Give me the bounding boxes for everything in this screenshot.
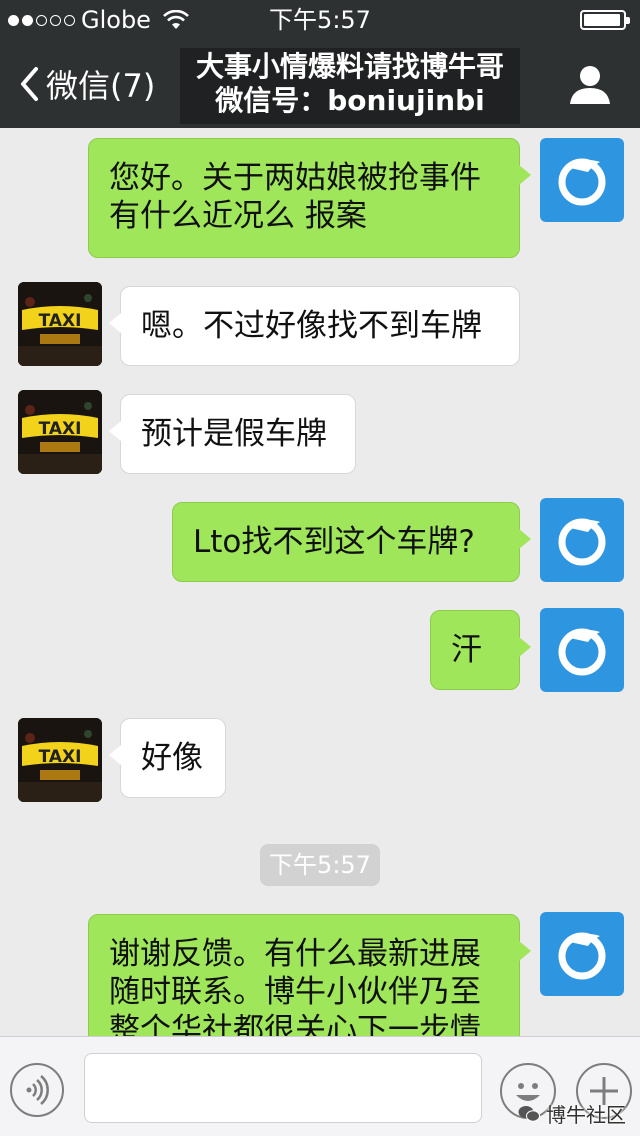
watermark-text: 博牛社区	[546, 1103, 626, 1127]
chat-area[interactable]: 您好。关于两姑娘被抢事件 有什么近况么 报案 TAXI 嗯。不过好像找不到车牌 …	[0, 128, 640, 1036]
chat-title: 大事小情爆料请找博牛哥 微信号：boniujinbi	[180, 48, 520, 124]
contact-avatar[interactable]: TAXI	[18, 282, 102, 366]
message-bubble[interactable]: 谢谢反馈。有什么最新进展 随时联系。博牛小伙伴乃至 整个华社都很关心下一步情	[88, 914, 531, 1036]
message-bubble[interactable]: 预计是假车牌	[109, 394, 356, 474]
chat-title-line2: 微信号：boniujinbi	[215, 84, 485, 117]
svg-text:TAXI: TAXI	[39, 419, 82, 439]
message-bubble[interactable]: 汗	[430, 610, 531, 690]
person-icon	[570, 66, 610, 104]
watermark: 博牛社区	[518, 1099, 626, 1128]
message-text-line: 谢谢反馈。有什么最新进展	[109, 936, 481, 972]
message-text-line: 有什么近况么 报案	[109, 198, 367, 234]
back-label: 微信(7)	[46, 67, 156, 105]
svg-text:TAXI: TAXI	[39, 311, 82, 331]
message-text: 汗	[451, 632, 482, 668]
input-toolbar: 博牛社区	[0, 1036, 640, 1136]
message-bubble[interactable]: 好像	[109, 718, 226, 798]
taxi-sign-icon: TAXI	[18, 390, 102, 474]
contact-avatar[interactable]: TAXI	[18, 718, 102, 802]
chevron-left-icon	[21, 67, 38, 101]
my-avatar[interactable]	[540, 498, 624, 582]
message-text: 预计是假车牌	[141, 416, 327, 452]
message-text: Lto找不到这个车牌?	[193, 524, 475, 560]
my-avatar[interactable]	[540, 912, 624, 996]
message-bubble[interactable]: 您好。关于两姑娘被抢事件 有什么近况么 报案	[88, 138, 531, 258]
voice-button[interactable]	[10, 1063, 64, 1117]
navigation-bar: 微信(7) 大事小情爆料请找博牛哥 微信号：boniujinbi	[0, 40, 640, 128]
my-avatar[interactable]	[540, 608, 624, 692]
message-bubble[interactable]: 嗯。不过好像找不到车牌	[109, 286, 520, 366]
contact-avatar[interactable]: TAXI	[18, 390, 102, 474]
message-bubble[interactable]: Lto找不到这个车牌?	[172, 502, 531, 582]
message-text-line: 随时联系。博牛小伙伴乃至	[109, 974, 481, 1010]
message-text-line: 整个华社都很关心下一步情	[109, 1012, 481, 1036]
status-time: 下午5:57	[269, 6, 371, 34]
svg-text:TAXI: TAXI	[39, 747, 82, 767]
message-input[interactable]	[84, 1053, 482, 1123]
voice-icon	[26, 1075, 49, 1105]
my-avatar[interactable]	[540, 138, 624, 222]
chat-timestamp: 下午5:57	[260, 844, 380, 886]
bull-logo-icon	[558, 158, 606, 206]
taxi-sign-icon: TAXI	[18, 282, 102, 366]
wechat-icon	[518, 1105, 540, 1122]
message-text-line: 您好。关于两姑娘被抢事件	[109, 160, 481, 196]
chat-title-line1: 大事小情爆料请找博牛哥	[195, 50, 504, 83]
bull-logo-icon	[558, 628, 606, 676]
taxi-sign-icon: TAXI	[18, 718, 102, 802]
profile-button[interactable]	[568, 64, 612, 106]
bull-logo-icon	[558, 518, 606, 566]
message-text: 嗯。不过好像找不到车牌	[141, 308, 482, 344]
battery-icon	[580, 10, 630, 30]
message-text: 好像	[141, 740, 203, 776]
back-button[interactable]: 微信(7)	[18, 60, 155, 108]
status-bar: Globe 下午5:57	[0, 0, 640, 40]
bull-logo-icon	[558, 932, 606, 980]
top-bar: Globe 下午5:57 微信(7) 大事小情爆料请找博牛哥 微信号：boniu…	[0, 0, 640, 128]
